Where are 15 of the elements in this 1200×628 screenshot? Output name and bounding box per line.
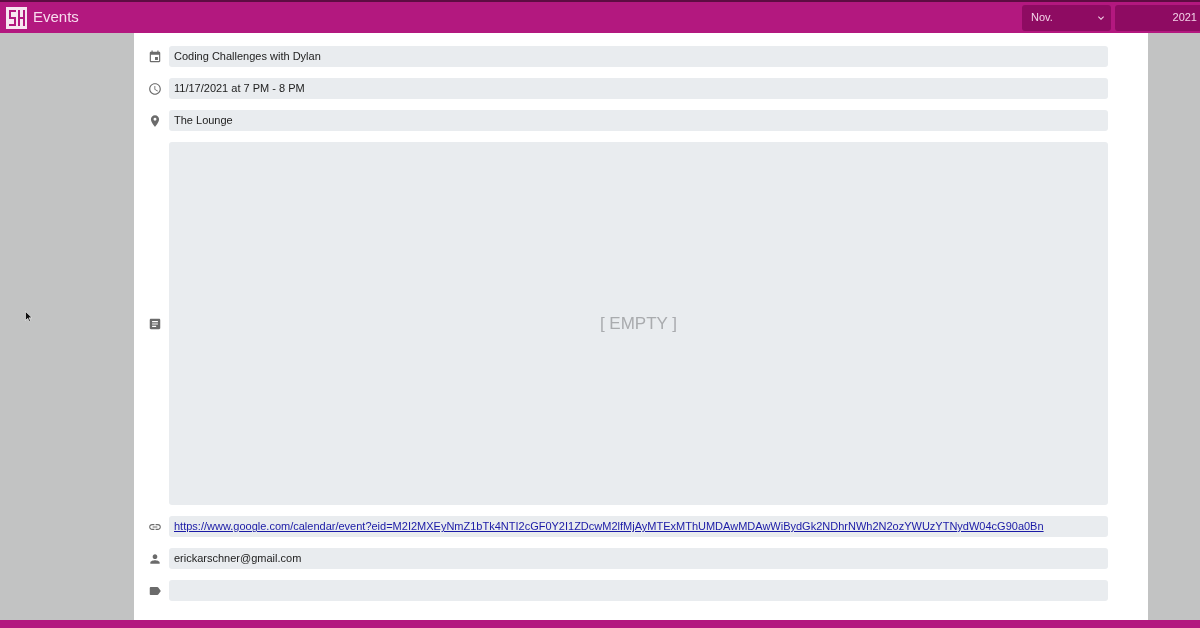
event-link[interactable]: https://www.google.com/calendar/event?eid=M2I2MXEyNmZ1bTk4NTI2cGF0Y2I1ZDcwM2lfMjAyMTExMThUMDAwMDAwWiBydGk2NDhrNWh2N2ozYWUzYTNydW04cG90a0Bn	[174, 518, 1044, 535]
location-field[interactable]: The Lounge	[169, 110, 1108, 131]
title-field[interactable]: Coding Challenges with Dylan	[169, 46, 1108, 67]
empty-placeholder: [ EMPTY ]	[599, 312, 678, 335]
year-field[interactable]: 2021	[1115, 4, 1200, 31]
time-field[interactable]: 11/17/2021 at 7 PM - 8 PM	[169, 78, 1108, 99]
logo-icon	[6, 6, 27, 29]
document-icon	[148, 316, 162, 331]
calendar-icon	[148, 49, 162, 64]
mouse-pointer-icon	[25, 311, 32, 322]
month-select[interactable]: Nov.	[1022, 4, 1111, 31]
clock-icon	[148, 81, 162, 96]
location-pin-icon	[148, 113, 162, 128]
page-title: Events	[33, 7, 79, 28]
organizer-field[interactable]: erickarschner@gmail.com	[169, 548, 1108, 569]
